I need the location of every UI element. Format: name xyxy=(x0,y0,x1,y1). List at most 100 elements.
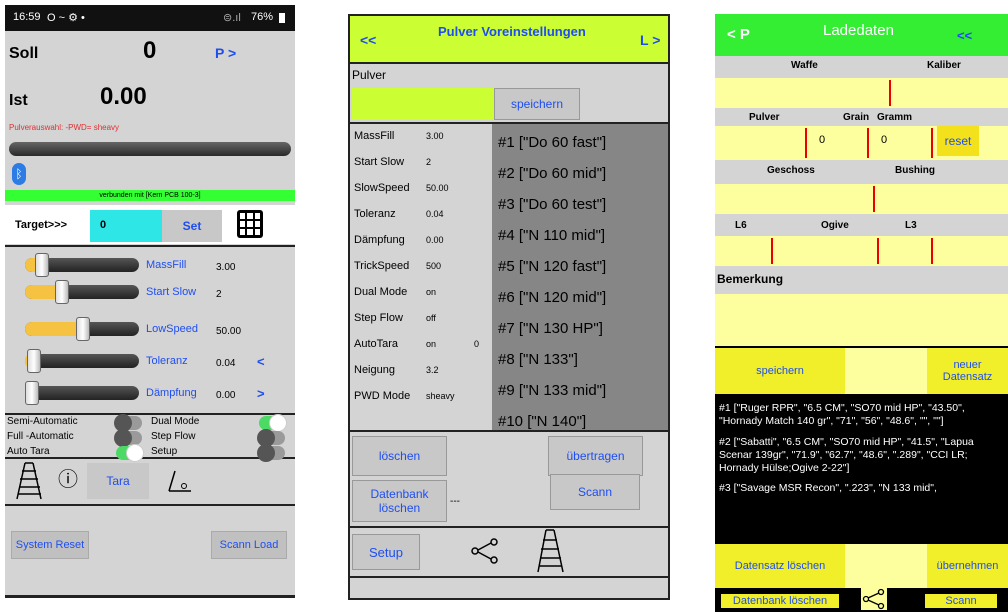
l6-header xyxy=(715,214,1008,236)
slider-value: 3.00 xyxy=(216,262,236,273)
speichern-button[interactable]: speichern xyxy=(715,348,845,394)
back-button[interactable]: << xyxy=(360,32,376,48)
toggle-right-label: Dual Mode xyxy=(151,416,200,427)
powder-list-item[interactable]: #9 ["N 133 mid"] xyxy=(498,382,606,399)
powder-list-item[interactable]: #5 ["N 120 fast"] xyxy=(498,258,606,275)
scann-button[interactable]: Scann xyxy=(550,474,640,510)
info-icon[interactable]: ⓘ xyxy=(58,463,78,492)
record-item[interactable]: #2 ["Sabatti", "6.5 CM", "SO70 mid HP", … xyxy=(719,436,1005,475)
soll-label: Soll xyxy=(9,45,39,62)
slider-track[interactable] xyxy=(25,349,139,373)
datenbank-loeschen-button[interactable]: Datenbank löschen xyxy=(721,594,839,608)
forward-button[interactable]: << xyxy=(957,28,972,43)
slider-value: 2 xyxy=(216,289,222,300)
spacer xyxy=(845,348,927,394)
slider-thumb[interactable] xyxy=(25,381,39,405)
toggle-knob xyxy=(269,414,287,432)
param-label: MassFill xyxy=(354,130,395,142)
screen-main-scale: 16:59 O ~ ⚙ • ⊜.ıl 76% Soll 0 P > Ist 0.… xyxy=(5,5,295,598)
page-title: Ladedaten xyxy=(823,22,894,39)
powder-list-item[interactable]: #10 ["N 140"] xyxy=(498,413,586,430)
slider-thumb[interactable] xyxy=(26,349,41,373)
share-icon[interactable] xyxy=(470,538,500,564)
screen-powder-presets: << Pulver Voreinstellungen L > Pulver sp… xyxy=(348,14,670,600)
slider-thumb[interactable] xyxy=(75,317,90,341)
cursor-marker xyxy=(889,80,891,106)
powder-list-item[interactable]: #4 ["N 110 mid"] xyxy=(498,227,605,244)
divider xyxy=(5,504,295,506)
slider-track[interactable] xyxy=(25,381,139,405)
slider-label: Toleranz xyxy=(146,355,188,367)
divider xyxy=(5,413,295,415)
datensatz-loeschen-button[interactable]: Datensatz löschen xyxy=(715,544,845,588)
uebernehmen-button[interactable]: übernehmen xyxy=(927,544,1008,588)
status-bar: 16:59 O ~ ⚙ • ⊜.ıl 76% xyxy=(5,5,295,31)
share-icon[interactable] xyxy=(861,588,887,610)
loeschen-button[interactable]: löschen xyxy=(352,436,447,476)
slider-thumb[interactable] xyxy=(55,280,70,304)
ist-value: 0.00 xyxy=(100,83,147,110)
divider xyxy=(350,526,668,528)
slider-track[interactable] xyxy=(25,280,139,304)
increase-arrow-button[interactable]: > xyxy=(257,386,265,401)
progress-bar xyxy=(9,142,291,156)
system-reset-button[interactable]: System Reset xyxy=(11,531,89,559)
bemerkung-input[interactable] xyxy=(715,294,1008,346)
ladder-icon[interactable] xyxy=(536,528,566,574)
record-item[interactable]: #3 ["Savage MSR Recon", ".223", "N 133 m… xyxy=(719,482,1005,495)
l6-ogive-l3-input[interactable] xyxy=(715,236,1008,266)
neuer-datensatz-button[interactable]: neuer Datensatz xyxy=(927,348,1008,394)
cursor-marker xyxy=(771,238,773,264)
waffe-kaliber-input[interactable] xyxy=(715,78,1008,108)
set-button[interactable]: Set xyxy=(162,210,222,242)
pulver-input[interactable] xyxy=(352,88,494,120)
gramm-value[interactable]: 0 xyxy=(881,134,887,146)
record-item[interactable]: #1 ["Ruger RPR", "6.5 CM", "SO70 mid HP"… xyxy=(719,402,1005,428)
setup-button[interactable]: Setup xyxy=(352,534,420,570)
header-bar xyxy=(350,16,668,62)
toggle-switch[interactable] xyxy=(114,414,142,432)
slider-label: Start Slow xyxy=(146,286,197,298)
toggle-switch[interactable] xyxy=(116,444,144,462)
toggle-switch[interactable] xyxy=(257,429,285,447)
reset-button[interactable]: reset xyxy=(937,126,979,156)
toggle-switch[interactable] xyxy=(259,414,287,432)
keypad-icon[interactable] xyxy=(237,210,263,238)
decrease-arrow-button[interactable]: < xyxy=(257,354,265,369)
slider-track[interactable] xyxy=(25,317,139,341)
forward-button[interactable]: L > xyxy=(640,32,660,48)
grain-value[interactable]: 0 xyxy=(819,134,825,146)
powder-list-item[interactable]: #7 ["N 130 HP"] xyxy=(498,320,603,337)
ladder-icon[interactable] xyxy=(15,461,45,501)
param-label: Start Slow xyxy=(354,156,405,168)
tara-button[interactable]: Tara xyxy=(87,463,149,499)
powder-list-item[interactable]: #6 ["N 120 mid"] xyxy=(498,289,606,306)
param-label: SlowSpeed xyxy=(354,182,410,194)
l3-label: L3 xyxy=(905,220,917,231)
geschoss-header xyxy=(715,160,1008,184)
bemerkung-label: Bemerkung xyxy=(717,272,784,286)
spacer xyxy=(845,544,927,588)
next-page-button[interactable]: P > xyxy=(215,45,236,61)
back-button[interactable]: < P xyxy=(727,26,750,43)
uebertragen-button[interactable]: übertragen xyxy=(548,436,643,476)
toggle-switch[interactable] xyxy=(257,444,285,462)
slider-thumb[interactable] xyxy=(34,253,49,277)
speichern-button[interactable]: speichern xyxy=(494,88,580,120)
angle-icon[interactable] xyxy=(165,467,195,495)
powder-list-item[interactable]: #2 ["Do 60 mid"] xyxy=(498,165,606,182)
geschoss-input[interactable] xyxy=(715,184,1008,214)
scann-load-button[interactable]: Scann Load xyxy=(211,531,287,559)
target-input[interactable]: 0 xyxy=(90,210,162,242)
toggle-switch[interactable] xyxy=(114,429,142,447)
powder-list-item[interactable]: #8 ["N 133"] xyxy=(498,351,578,368)
bluetooth-icon[interactable]: ᛒ xyxy=(12,163,26,185)
powder-list-item[interactable]: #3 ["Do 60 test"] xyxy=(498,196,606,213)
powder-list-item[interactable]: #1 ["Do 60 fast"] xyxy=(498,134,606,151)
slider-track[interactable] xyxy=(25,253,139,277)
gramm-label: Gramm xyxy=(877,112,913,123)
scann-button[interactable]: Scann xyxy=(925,594,997,608)
datenbank-loeschen-button[interactable]: Datenbank löschen xyxy=(352,480,447,522)
waffe-label: Waffe xyxy=(791,60,818,71)
cursor-marker xyxy=(867,128,869,158)
